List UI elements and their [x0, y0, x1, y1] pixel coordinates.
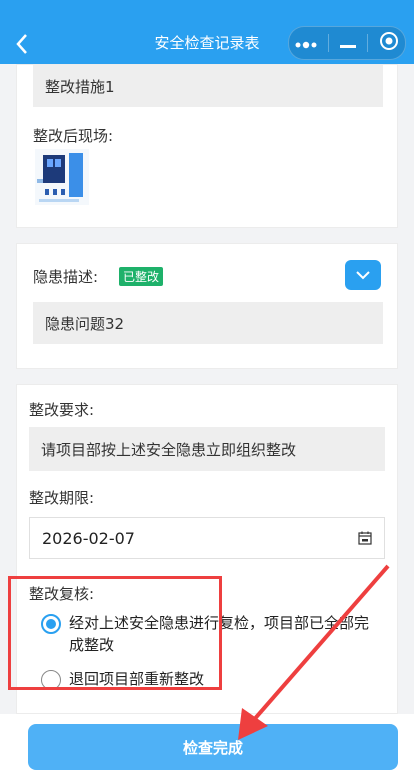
calendar-icon[interactable] [358, 531, 372, 545]
after-scene-photo[interactable] [35, 149, 89, 205]
chevron-down-icon [356, 271, 370, 280]
close-circle-icon[interactable] [379, 31, 399, 55]
measure-field: 整改措施1 [33, 65, 383, 107]
hazard-description-field: 隐患问题32 [33, 302, 383, 344]
deadline-label: 整改期限: [29, 489, 95, 507]
hazard-card: 隐患描述: 已整改 隐患问题32 [16, 243, 398, 369]
collapse-toggle-button[interactable] [345, 260, 381, 290]
after-scene-label: 整改后现场: [33, 127, 114, 145]
mini-program-capsule [288, 26, 406, 60]
rectification-card: 整改措施1 整改后现场: [16, 64, 398, 228]
deadline-value: 2026-02-07 [42, 528, 135, 548]
nav-bar: 安全检查记录表 [0, 0, 414, 64]
requirement-label: 整改要求: [29, 401, 95, 419]
status-badge: 已整改 [119, 267, 164, 286]
capsule-divider [367, 34, 369, 52]
footer-bar: 检查完成 [0, 714, 414, 780]
requirement-field: 请项目部按上述安全隐患立即组织整改 [29, 427, 385, 471]
minimize-icon[interactable] [339, 34, 356, 53]
hazard-label: 隐患描述: [33, 268, 99, 286]
complete-inspection-button[interactable]: 检查完成 [28, 724, 398, 770]
deadline-date-input[interactable]: 2026-02-07 [29, 517, 385, 559]
capsule-divider [327, 34, 329, 52]
annotation-highlight-box [8, 576, 222, 690]
more-icon[interactable] [295, 34, 317, 53]
